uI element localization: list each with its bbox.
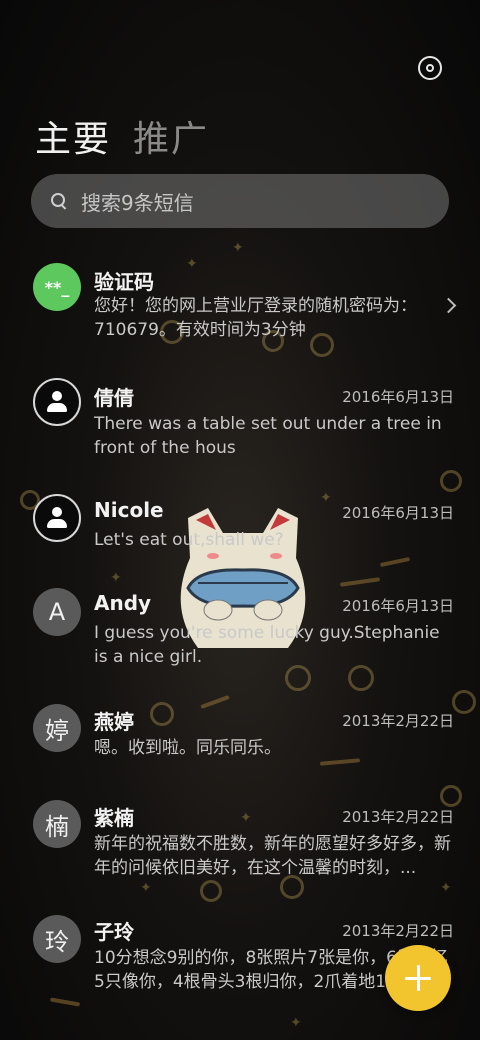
avatar [33, 494, 81, 542]
conversation-date: 2013年2月22日 [342, 808, 454, 826]
conversation-date: 2016年6月13日 [342, 504, 454, 522]
conversation-name: 紫楠 [94, 806, 134, 830]
conversation-item[interactable]: Nicole 2016年6月13日 Let's eat out,shall we… [0, 486, 480, 581]
plus-icon [405, 965, 431, 991]
conversation-name: Andy [94, 591, 152, 615]
new-message-button[interactable] [385, 945, 451, 1011]
conversation-preview: I guess you're some lucky guy.Stephanie … [94, 623, 440, 667]
avatar [33, 378, 81, 426]
conversation-item[interactable]: **_ 验证码 您好！您的网上营业厅登录的随机密码为：710679。有效时间为3… [0, 250, 480, 365]
conversation-preview: Let's eat out,shall we? [94, 530, 284, 550]
conversation-item[interactable]: 楠 紫楠 2013年2月22日 新年的祝福数不胜数，新年的愿望好多好多，新年的问… [0, 796, 480, 911]
conversation-preview: 新年的祝福数不胜数，新年的愿望好多好多，新年的问候依旧美好，在这个温馨的时刻，.… [94, 834, 451, 878]
conversation-preview: There was a table set out under a tree i… [94, 414, 442, 458]
avatar: 玲 [33, 915, 81, 963]
person-icon [46, 507, 68, 529]
tab-promotions[interactable]: 推广 [133, 110, 209, 162]
conversation-item[interactable]: A Andy 2016年6月13日 I guess you're some lu… [0, 583, 480, 698]
conversation-preview: 您好！您的网上营业厅登录的随机密码为：710679。有效时间为3分钟 [94, 296, 417, 340]
settings-icon[interactable] [418, 56, 442, 80]
conversation-item[interactable]: 婷 燕婷 2013年2月22日 嗯。收到啦。同乐同乐。 [0, 700, 480, 795]
avatar: 楠 [33, 800, 81, 848]
chevron-right-icon [440, 297, 457, 314]
avatar: 婷 [33, 704, 81, 752]
conversation-date: 2016年6月13日 [342, 388, 454, 406]
search-icon [51, 193, 67, 209]
conversation-name: 倩倩 [94, 386, 134, 410]
conversation-name: 验证码 [94, 270, 154, 294]
conversation-item[interactable]: 倩倩 2016年6月13日 There was a table set out … [0, 370, 480, 485]
conversation-name: Nicole [94, 498, 164, 522]
conversation-name: 燕婷 [94, 710, 134, 734]
avatar: A [33, 588, 81, 636]
conversation-name: 子玲 [94, 920, 134, 944]
person-icon [46, 391, 68, 413]
search-placeholder: 搜索9条短信 [81, 190, 194, 215]
conversation-date: 2013年2月22日 [342, 922, 454, 940]
conversation-date: 2016年6月13日 [342, 597, 454, 615]
search-bar[interactable]: 搜索9条短信 [31, 174, 449, 228]
messages-screen: ✦ ✦ ✦ ✦ ✦ ✦ ✦ ✦ 主要 推广 搜索9条短信 **_ 验证码 您好！… [0, 0, 480, 1040]
avatar: **_ [33, 263, 81, 311]
settings-ring-icon [426, 64, 434, 72]
conversation-date: 2013年2月22日 [342, 712, 454, 730]
tab-bar: 主要 推广 [35, 110, 209, 162]
conversation-preview: 嗯。收到啦。同乐同乐。 [94, 738, 281, 758]
tab-primary[interactable]: 主要 [35, 110, 111, 162]
